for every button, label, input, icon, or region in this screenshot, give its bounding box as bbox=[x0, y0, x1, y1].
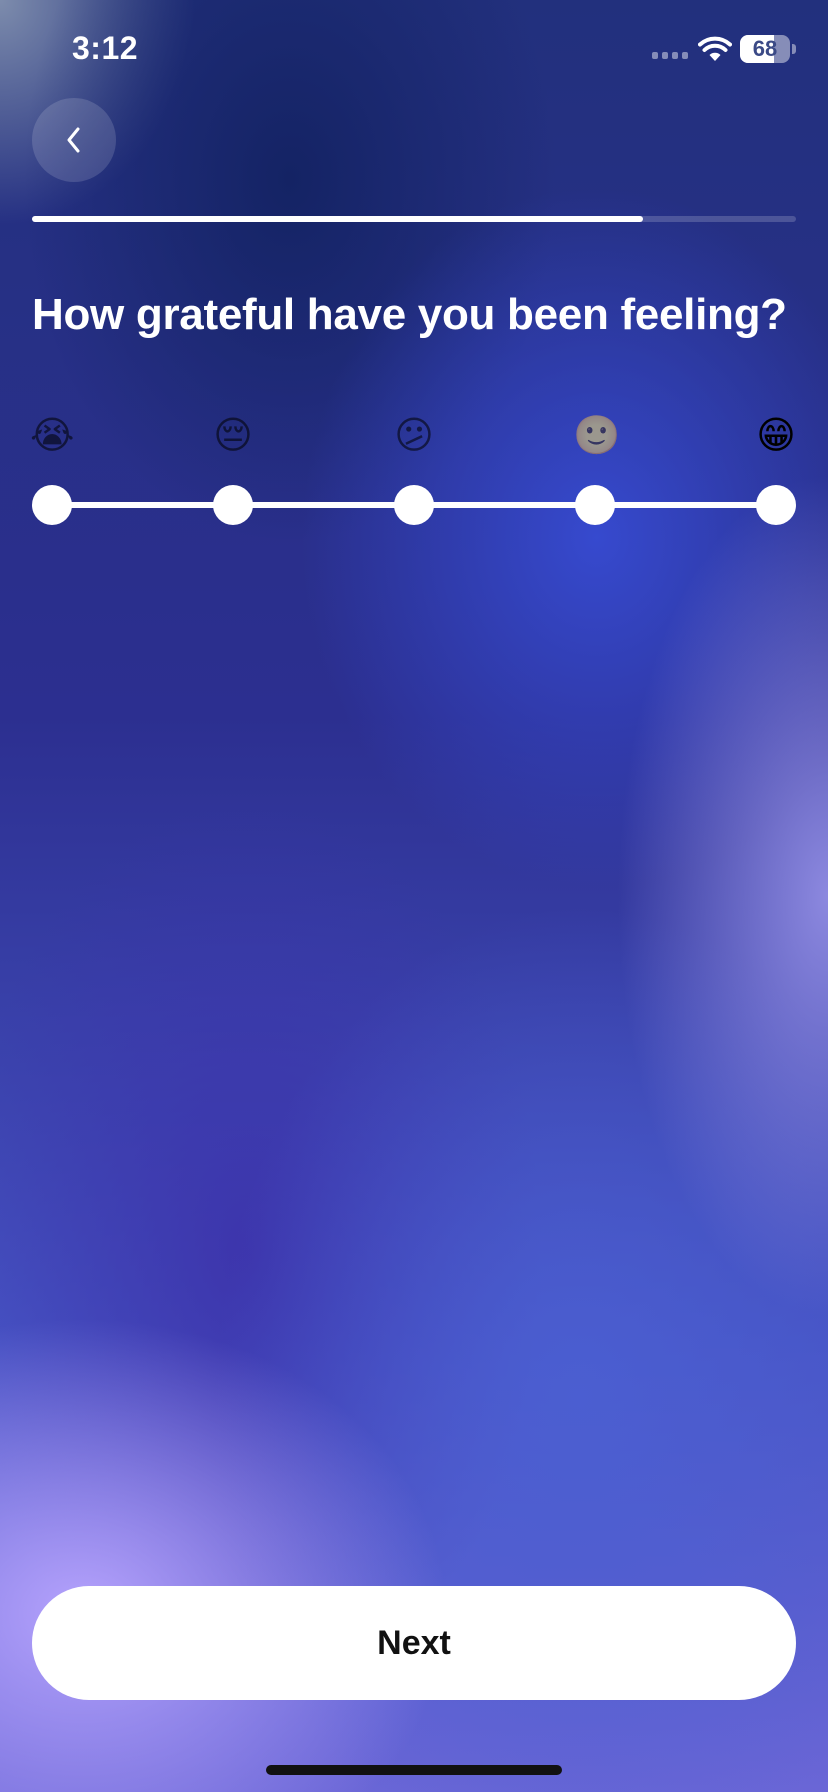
rating-emoji-row: 😭 😔 😕 🙂 😁 bbox=[0, 414, 828, 464]
battery-level: 68 bbox=[752, 36, 778, 61]
rating-option-3[interactable] bbox=[394, 485, 434, 525]
wifi-icon bbox=[698, 36, 732, 61]
progress-bar bbox=[32, 216, 796, 222]
confused-face-icon: 😕 bbox=[394, 415, 434, 457]
progress-bar-fill bbox=[32, 216, 644, 222]
cellular-signal-icon bbox=[652, 52, 688, 59]
question-title: How grateful have you been feeling? bbox=[32, 290, 787, 339]
chevron-left-icon bbox=[67, 127, 80, 153]
status-time: 3:12 bbox=[72, 30, 139, 66]
loudly-crying-face-icon: 😭 bbox=[30, 415, 75, 457]
rating-option-1[interactable] bbox=[32, 485, 72, 525]
battery-icon: 68 bbox=[740, 35, 790, 63]
pensive-face-icon: 😔 bbox=[213, 415, 253, 457]
home-indicator bbox=[266, 1765, 562, 1775]
rating-option-2[interactable] bbox=[213, 485, 253, 525]
back-button[interactable] bbox=[32, 98, 116, 182]
next-button[interactable]: Next bbox=[32, 1586, 796, 1700]
battery-cap bbox=[792, 44, 796, 54]
rating-option-5[interactable] bbox=[756, 485, 796, 525]
beaming-face-icon: 😁 bbox=[756, 415, 796, 457]
onboarding-screen: 3:12 68 How grateful have you been feeli… bbox=[0, 0, 828, 1792]
slightly-smiling-face-icon: 🙂 bbox=[573, 415, 621, 457]
rating-option-4[interactable] bbox=[575, 485, 615, 525]
